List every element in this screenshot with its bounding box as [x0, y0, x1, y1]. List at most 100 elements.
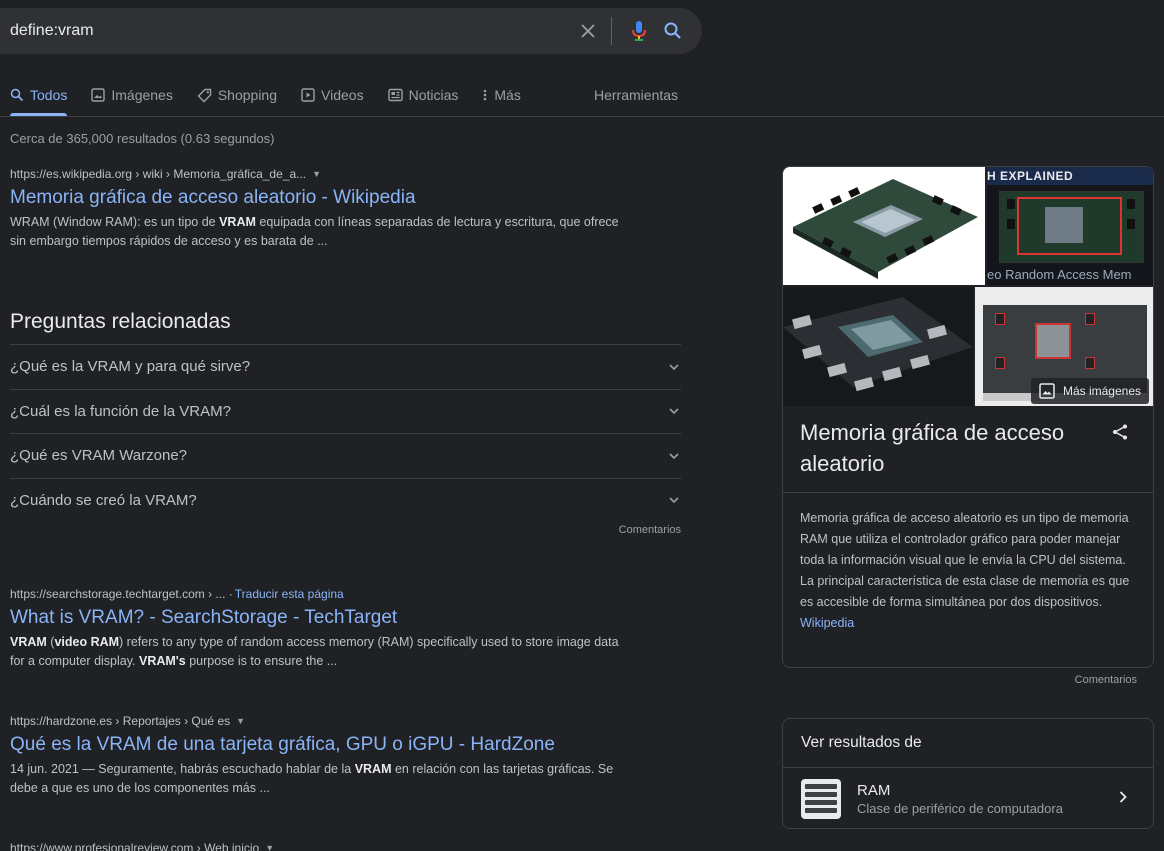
- see-results-item-ram[interactable]: RAM Clase de periférico de computadora: [783, 768, 1153, 828]
- chevron-down-icon: [669, 364, 679, 370]
- search-result: https://searchstorage.techtarget.com › .…: [10, 587, 690, 671]
- tab-label: Videos: [321, 87, 364, 103]
- result-snippet: VRAM (video RAM) refers to any type of r…: [10, 633, 630, 671]
- people-also-ask: Preguntas relacionadas ¿Qué es la VRAM y…: [10, 310, 681, 536]
- ram-thumbnail: [801, 778, 841, 819]
- image-icon: [91, 88, 106, 102]
- more-vert-icon: [484, 89, 487, 101]
- result-url[interactable]: https://www.profesionalreview.com › Web …: [10, 841, 690, 851]
- search-result: https://hardzone.es › Reportajes › Qué e…: [10, 714, 690, 798]
- tab-noticias[interactable]: Noticias: [387, 83, 459, 107]
- chevron-down-icon[interactable]: ▼: [265, 843, 274, 851]
- search-bar[interactable]: define:vram: [0, 8, 702, 54]
- see-results-item-subtitle: Clase de periférico de computadora: [857, 800, 1063, 816]
- result-title-link[interactable]: What is VRAM? - SearchStorage - TechTarg…: [10, 606, 690, 630]
- search-button[interactable]: [658, 16, 688, 46]
- share-button[interactable]: [1111, 423, 1129, 446]
- result-url-text: https://searchstorage.techtarget.com › .…: [10, 587, 233, 601]
- snippet-highlight: VRAM: [354, 762, 392, 776]
- kp-source-link[interactable]: Wikipedia: [800, 616, 854, 630]
- snippet-text: purpose is to ensure the ...: [185, 654, 338, 668]
- chevron-down-icon: [669, 453, 679, 459]
- kp-image-grid: H EXPLAINED eo Random Access Mem Más imá…: [783, 167, 1153, 406]
- paa-feedback-link[interactable]: Comentarios: [612, 524, 681, 536]
- see-results-item-name: RAM: [857, 781, 891, 799]
- more-images-button[interactable]: Más imágenes: [1030, 378, 1149, 404]
- result-stats: Cerca de 365,000 resultados (0.63 segund…: [10, 131, 275, 146]
- chevron-down-icon[interactable]: ▼: [236, 716, 245, 726]
- result-url-text: https://hardzone.es › Reportajes › Qué e…: [10, 714, 231, 728]
- knowledge-panel: H EXPLAINED eo Random Access Mem Más imá…: [782, 166, 1154, 668]
- search-input[interactable]: define:vram: [10, 22, 573, 40]
- search-icon: [10, 88, 24, 102]
- chevron-down-icon[interactable]: ▼: [312, 169, 321, 179]
- tabs-divider: [0, 116, 1164, 117]
- result-snippet: WRAM (Window RAM): es un tipo de VRAM eq…: [10, 213, 630, 251]
- snippet-text: 14 jun. 2021 — Seguramente, habrás escuc…: [10, 762, 355, 776]
- kp-image-vram-explained[interactable]: H EXPLAINED eo Random Access Mem: [987, 167, 1153, 285]
- result-url[interactable]: https://es.wikipedia.org › wiki › Memori…: [10, 167, 690, 181]
- close-icon: [581, 24, 595, 38]
- result-snippet: 14 jun. 2021 — Seguramente, habrás escuc…: [10, 760, 630, 798]
- paa-question[interactable]: ¿Qué es la VRAM y para qué sirve?: [10, 344, 681, 389]
- kp-feedback-link[interactable]: Comentarios: [1000, 674, 1137, 686]
- tab-todos[interactable]: Todos: [10, 83, 68, 116]
- tab-mas[interactable]: Más: [482, 83, 521, 107]
- voice-search-button[interactable]: [624, 16, 654, 46]
- result-title-link[interactable]: Memoria gráfica de acceso aleatorio - Wi…: [10, 186, 690, 210]
- see-results-item-text: RAM Clase de periférico de computadora: [857, 782, 1063, 816]
- tab-label: Todos: [30, 87, 68, 103]
- translate-link[interactable]: Traducir esta página: [235, 587, 344, 601]
- snippet-highlight: VRAM's: [139, 654, 186, 668]
- kp-title: Memoria gráfica de acceso aleatorio: [800, 420, 1065, 476]
- tab-label: Imágenes: [111, 87, 173, 103]
- result-url[interactable]: https://searchstorage.techtarget.com › .…: [10, 587, 690, 601]
- search-tabs: Todos Imágenes Shopping Videos Noticias …: [10, 83, 678, 116]
- snippet-highlight: video RAM: [54, 635, 120, 649]
- tab-label: Shopping: [217, 87, 278, 103]
- more-images-label: Más imágenes: [1062, 384, 1141, 398]
- tag-icon: [197, 88, 212, 102]
- kp-image-caption-top: H EXPLAINED: [987, 169, 1074, 183]
- result-title-link[interactable]: Qué es la VRAM de una tarjeta gráfica, G…: [10, 733, 690, 757]
- see-results-about: Ver resultados de RAM Clase de periféric…: [782, 718, 1154, 829]
- search-result: https://es.wikipedia.org › wiki › Memori…: [10, 167, 690, 251]
- kp-divider: [783, 492, 1153, 493]
- kp-image-gpu-board[interactable]: [783, 287, 973, 406]
- tab-imagenes[interactable]: Imágenes: [91, 83, 173, 107]
- search-result: https://www.profesionalreview.com › Web …: [10, 841, 690, 851]
- result-url-text: https://www.profesionalreview.com › Web …: [10, 841, 260, 851]
- paa-question-text: ¿Cuándo se creó la VRAM?: [10, 491, 197, 509]
- paa-question[interactable]: ¿Cuándo se creó la VRAM?: [10, 477, 681, 523]
- tab-label: Más: [494, 87, 521, 103]
- snippet-highlight: VRAM: [10, 635, 47, 649]
- image-icon: [1039, 383, 1055, 399]
- paa-question[interactable]: ¿Qué es VRAM Warzone?: [10, 433, 681, 478]
- see-results-title: Ver resultados de: [783, 719, 1153, 768]
- paa-question[interactable]: ¿Cuál es la función de la VRAM?: [10, 388, 681, 434]
- chevron-down-icon: [669, 408, 679, 415]
- kp-image-caption-bottom: eo Random Access Mem: [987, 267, 1132, 282]
- chevron-down-icon: [669, 497, 679, 504]
- tools-button[interactable]: Herramientas: [594, 83, 678, 107]
- kp-description: Memoria gráfica de acceso aleatorio es u…: [800, 508, 1142, 634]
- paa-title: Preguntas relacionadas: [10, 310, 231, 333]
- clear-search-button[interactable]: [573, 16, 603, 46]
- tab-shopping[interactable]: Shopping: [197, 83, 277, 107]
- snippet-highlight: VRAM: [219, 215, 256, 229]
- news-icon: [387, 88, 403, 102]
- tools-label: Herramientas: [594, 87, 679, 103]
- result-url-text: https://es.wikipedia.org › wiki › Memori…: [10, 167, 307, 181]
- video-icon: [301, 88, 315, 102]
- kp-description-text: Memoria gráfica de acceso aleatorio es u…: [800, 511, 1130, 609]
- paa-question-text: ¿Cuál es la función de la VRAM?: [10, 402, 231, 420]
- microphone-icon: [632, 21, 646, 41]
- tab-label: Noticias: [408, 87, 459, 103]
- paa-question-text: ¿Qué es la VRAM y para qué sirve?: [10, 358, 251, 376]
- tab-videos[interactable]: Videos: [301, 83, 364, 107]
- result-url[interactable]: https://hardzone.es › Reportajes › Qué e…: [10, 714, 690, 728]
- share-icon: [1113, 424, 1127, 440]
- search-icon: [664, 22, 681, 39]
- kp-image-gpu-chip[interactable]: [783, 167, 985, 285]
- paa-question-text: ¿Qué es VRAM Warzone?: [10, 447, 188, 465]
